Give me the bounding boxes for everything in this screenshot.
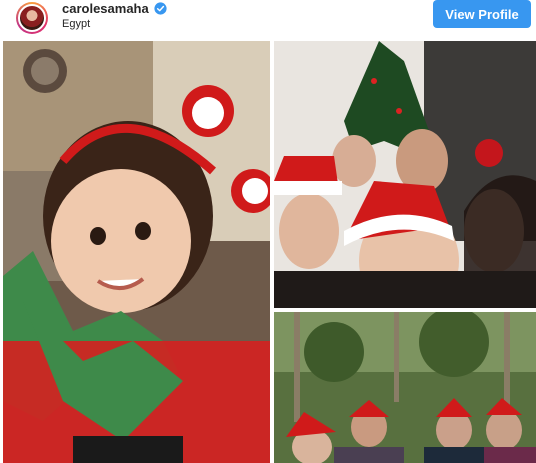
photo-family-selfie-image [274, 41, 536, 308]
photo-collage[interactable] [3, 41, 536, 463]
photo-group-garden[interactable] [274, 312, 536, 463]
location-link[interactable]: Egypt [62, 18, 90, 30]
username-row: carolesamaha [62, 1, 167, 16]
photo-child-elf[interactable] [3, 41, 270, 463]
username-link[interactable]: carolesamaha [62, 1, 149, 16]
photo-group-garden-image [274, 312, 536, 463]
avatar-image [18, 4, 46, 32]
photo-family-selfie[interactable] [274, 41, 536, 308]
photo-child-elf-image [3, 41, 270, 463]
verified-badge-icon [154, 2, 167, 15]
post-header: carolesamaha Egypt View Profile [0, 0, 536, 38]
avatar[interactable] [16, 2, 48, 34]
view-profile-button[interactable]: View Profile [433, 0, 531, 28]
